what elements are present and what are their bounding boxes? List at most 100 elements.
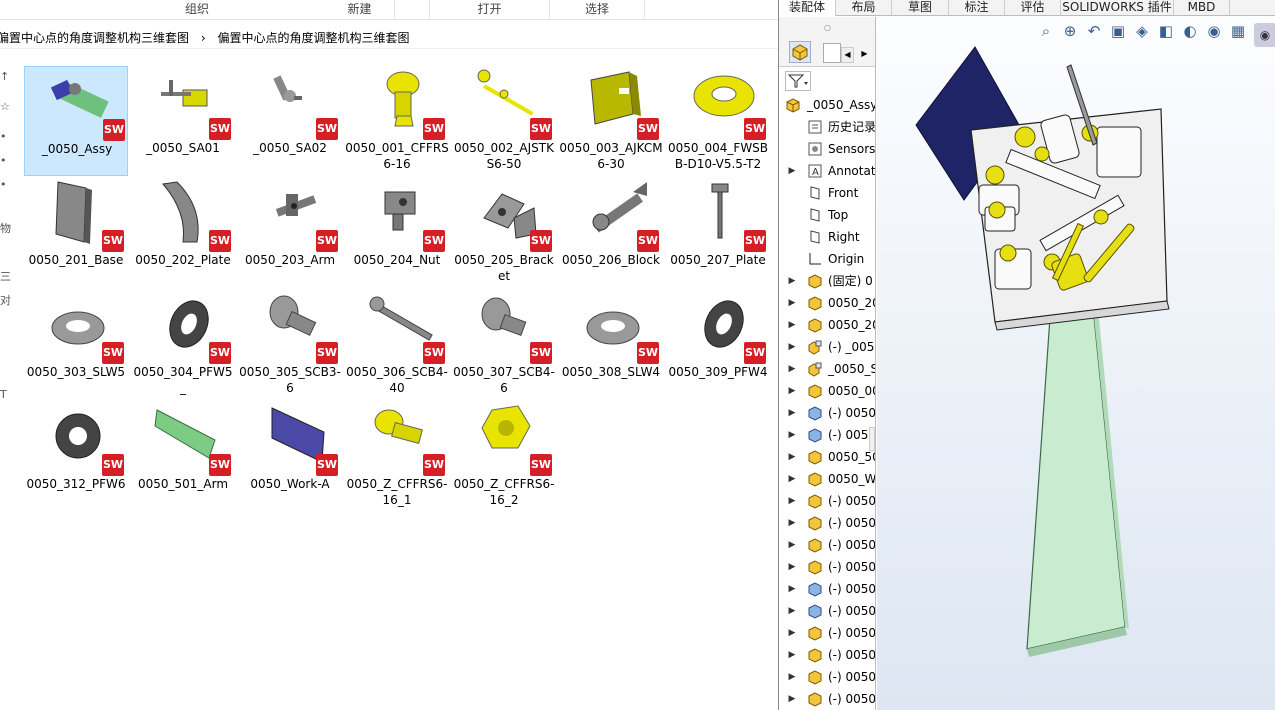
tree-node-label: Annotations — [828, 164, 876, 178]
expand-arrow-icon[interactable]: ▶ — [787, 622, 797, 644]
file-item[interactable]: SW 0050_307_SCB4-6 — [452, 290, 556, 400]
expand-arrow-icon[interactable]: ▶ — [787, 556, 797, 578]
file-item[interactable]: SW 0050_Z_CFFRS6-16_2 — [452, 402, 556, 512]
tree-node[interactable]: ▶ 0050_50 — [779, 446, 875, 468]
tree-node[interactable]: ▶ 0050_20 — [779, 292, 875, 314]
expand-arrow-icon[interactable]: ▶ — [787, 644, 797, 666]
expand-arrow-icon[interactable]: ▶ — [787, 336, 797, 358]
file-item[interactable]: SW 0050_304_PFW5_ — [131, 290, 235, 400]
file-item[interactable]: SW 0050_202_Plate — [131, 178, 235, 288]
tree-node-label: _0050_S — [828, 362, 876, 376]
expand-arrow-icon[interactable]: ▶ — [787, 468, 797, 490]
file-item[interactable]: SW 0050_308_SLW4 — [559, 290, 663, 400]
tree-node[interactable]: ▶ A Annotations — [779, 160, 876, 182]
tree-node[interactable]: ▶ (-) 0050 — [779, 600, 875, 622]
file-item[interactable]: SW 0050_305_SCB3-6 — [238, 290, 342, 400]
tree-node-label: 0050_20 — [828, 318, 876, 332]
tab-scroll-left-button[interactable]: ◀ — [841, 47, 854, 63]
graphics-area[interactable]: ⌕ ⊕ ↶ ▣ ◈ ◧ ◐ ◉ ▦ ◉ — [877, 17, 1275, 710]
expand-arrow-icon[interactable]: ▶ — [787, 402, 797, 424]
viewport-collapse-icon[interactable]: ◉ — [1254, 23, 1275, 47]
tree-node[interactable]: Sensors — [779, 138, 875, 160]
tree-node[interactable]: ▶ (-) 0050 — [779, 622, 875, 644]
file-item[interactable]: SW 0050_309_PFW4 — [666, 290, 770, 400]
file-item[interactable]: SW 0050_204_Nut — [345, 178, 449, 288]
file-item[interactable]: SW 0050_306_SCB4-40 — [345, 290, 449, 400]
file-item[interactable]: SW 0050_303_SLW5 — [24, 290, 128, 400]
tab-4[interactable]: 评估 — [1005, 0, 1061, 16]
expand-arrow-icon[interactable]: ▶ — [787, 534, 797, 556]
tree-node[interactable]: ▶ 0050_00 — [779, 380, 875, 402]
expand-arrow-icon[interactable]: ▶ — [787, 446, 797, 468]
tree-node[interactable]: ▶ (固定) 0 — [779, 270, 875, 292]
tree-node[interactable]: Origin — [779, 248, 875, 270]
tree-node[interactable]: ▶ (-) 0050 — [779, 688, 875, 710]
featuremanager-tab-icon[interactable] — [789, 41, 811, 63]
expand-arrow-icon[interactable]: ▶ — [787, 688, 797, 710]
tab-2[interactable]: 草图 — [892, 0, 949, 16]
expand-arrow-icon[interactable]: ▶ — [787, 380, 797, 402]
solidworks-file-icon: SW — [102, 230, 124, 252]
tab-1[interactable]: 布局 — [836, 0, 892, 16]
assembly-model-view[interactable] — [877, 17, 1275, 710]
tree-node[interactable]: Front — [779, 182, 875, 204]
expand-arrow-icon[interactable]: ▶ — [787, 160, 797, 182]
expand-arrow-icon[interactable]: ▶ — [787, 512, 797, 534]
tree-node[interactable]: ▶ 0050_W — [779, 468, 875, 490]
tab-0[interactable]: 装配体 — [779, 0, 836, 16]
file-item[interactable]: SW 0050_501_Arm — [131, 402, 235, 512]
file-item[interactable]: SW 0050_002_AJSTKS6-50 — [452, 66, 556, 176]
tree-node[interactable]: Right — [779, 226, 875, 248]
file-item[interactable]: SW 0050_004_FWSBB-D10-V5.5-T2 — [666, 66, 770, 176]
file-item[interactable]: SW _0050_SA01 — [131, 66, 235, 176]
tree-node[interactable]: ▶ (-) 0050 — [779, 644, 875, 666]
expand-arrow-icon[interactable]: ▶ — [787, 424, 797, 446]
tree-node[interactable]: ▶ (-) 0050 — [779, 578, 875, 600]
file-thumbnail: SW — [153, 402, 233, 478]
expand-arrow-icon[interactable]: ▶ — [787, 270, 797, 292]
file-item[interactable]: SW 0050_003_AJKCM6-30 — [559, 66, 663, 176]
filter-button[interactable] — [785, 71, 811, 91]
tab-3[interactable]: 标注 — [949, 0, 1005, 16]
expand-arrow-icon[interactable]: ▶ — [787, 358, 797, 380]
file-item[interactable]: SW 0050_312_PFW6 — [24, 402, 128, 512]
file-item[interactable]: SW 0050_201_Base — [24, 178, 128, 288]
tab-6[interactable]: MBD — [1174, 0, 1230, 16]
tree-node[interactable]: _0050_Assy — [779, 94, 875, 116]
file-name: 0050_303_SLW5 — [26, 365, 126, 379]
tree-node[interactable]: ▶ (-) 0050 — [779, 424, 875, 446]
tree-node[interactable]: ▶ (-) 0050 — [779, 556, 875, 578]
tree-node[interactable]: ▶ 0050_20 — [779, 314, 876, 336]
tree-node[interactable]: ▶ (-) 0050 — [779, 490, 875, 512]
file-item[interactable]: SW 0050_Work-A — [238, 402, 342, 512]
expand-arrow-icon[interactable]: ▶ — [787, 666, 797, 688]
solidworks-file-icon: SW — [423, 454, 445, 476]
file-item[interactable]: SW 0050_206_Block — [559, 178, 663, 288]
file-item[interactable]: SW _0050_Assy — [24, 66, 128, 176]
tree-node[interactable]: Top — [779, 204, 875, 226]
file-item[interactable]: SW 0050_001_CFFRS6-16 — [345, 66, 449, 176]
tree-node[interactable]: ▶ (-) 0050 — [779, 402, 875, 424]
tree-node[interactable]: 历史记录 — [779, 116, 875, 138]
expand-arrow-icon[interactable]: ▶ — [787, 600, 797, 622]
file-item[interactable]: SW 0050_203_Arm — [238, 178, 342, 288]
file-item[interactable]: SW _0050_SA02 — [238, 66, 342, 176]
expand-arrow-icon[interactable]: ▶ — [787, 292, 797, 314]
tab-scroll-right-button[interactable]: ▶ — [858, 47, 871, 63]
expand-arrow-icon[interactable]: ▶ — [787, 314, 797, 336]
tree-node[interactable]: ▶ (-) 0050 — [779, 534, 875, 556]
expand-arrow-icon[interactable]: ▶ — [787, 490, 797, 512]
tree-node[interactable]: ▶ _0050_S — [779, 358, 876, 380]
configuration-tab-icon[interactable] — [823, 43, 841, 63]
solidworks-file-icon: SW — [209, 342, 231, 364]
tree-node[interactable]: ▶ (-) 0050 — [779, 666, 875, 688]
expand-arrow-icon[interactable]: ▶ — [787, 578, 797, 600]
tab-5[interactable]: SOLIDWORKS 插件 — [1061, 0, 1174, 16]
solidworks-window: 装配体 布局 草图 标注 评估 SOLIDWORKS 插件 MBD ○ ◀ ▶ _0050_… — [778, 0, 1275, 710]
file-item[interactable]: SW 0050_Z_CFFRS6-16_1 — [345, 402, 449, 512]
file-item[interactable]: SW 0050_205_Bracket — [452, 178, 556, 288]
tree-node[interactable]: ▶ (-) 0050 — [779, 512, 875, 534]
tree-node[interactable]: ▶ (-) _0050 — [779, 336, 875, 358]
file-item[interactable]: SW 0050_207_Plate — [666, 178, 770, 288]
panel-splitter[interactable] — [869, 427, 875, 451]
